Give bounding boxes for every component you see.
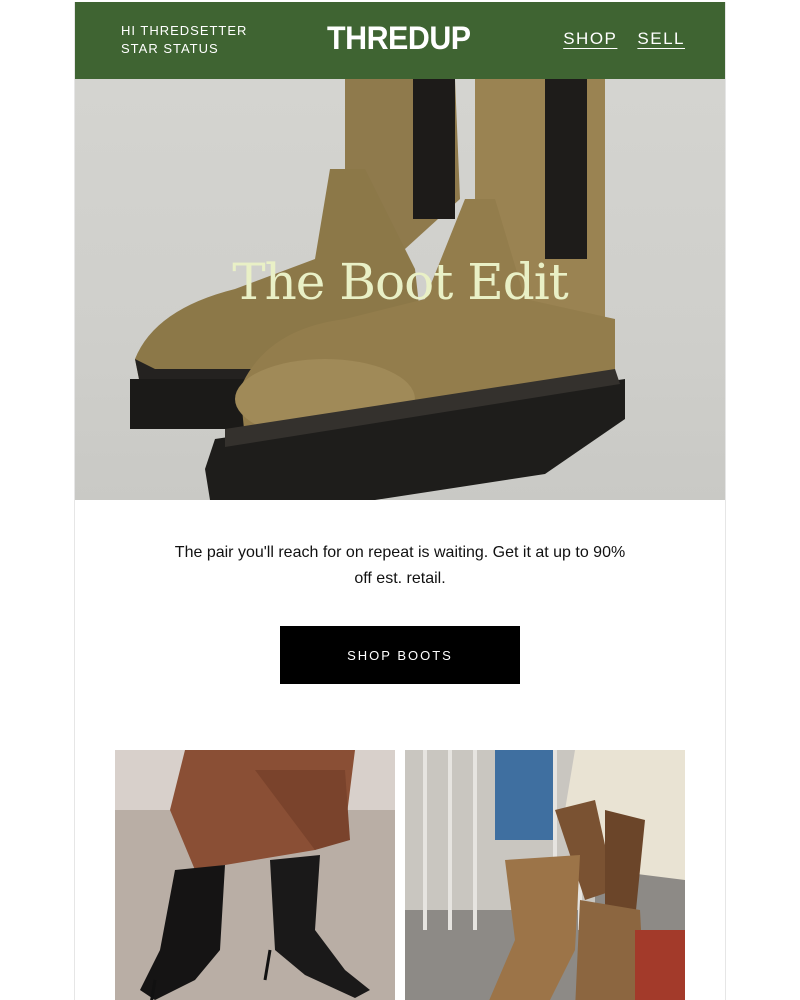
hero-banner[interactable]: The Boot Edit — [75, 79, 725, 500]
product-tile-1[interactable] — [115, 750, 395, 1000]
email-container: HI THREDSETTER STAR STATUS THREDUP SHOP … — [74, 2, 726, 1000]
promo-copy: The pair you'll reach for on repeat is w… — [174, 544, 626, 587]
front-boot-elastic — [545, 79, 587, 259]
nav-shop-link[interactable]: SHOP — [563, 29, 617, 49]
hero-title: The Boot Edit — [232, 253, 569, 311]
back-boot-elastic — [413, 79, 455, 219]
stiletto-boots-image — [115, 750, 395, 1000]
greeting-line-1: HI THREDSETTER — [121, 23, 248, 38]
shop-boots-button[interactable]: SHOP BOOTS — [280, 626, 520, 684]
right-knee-boot — [575, 900, 645, 1000]
nav-sell-link[interactable]: SELL — [637, 29, 685, 49]
greeting-line-2: STAR STATUS — [121, 41, 219, 56]
product-tile-2[interactable] — [405, 750, 685, 1000]
header-bar: HI THREDSETTER STAR STATUS THREDUP SHOP … — [75, 2, 725, 79]
header-nav: SHOP SELL — [563, 29, 685, 49]
thredup-logo[interactable]: THREDUP — [327, 20, 471, 57]
knee-high-boots-image — [405, 750, 685, 1000]
greeting: HI THREDSETTER STAR STATUS — [121, 22, 247, 58]
product-grid — [115, 750, 685, 1000]
